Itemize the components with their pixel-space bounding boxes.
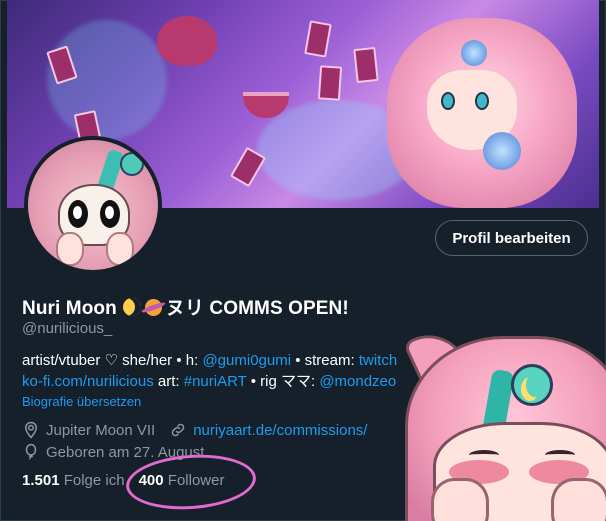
bio-text: • rig ママ:	[246, 373, 320, 390]
bio-text: art:	[153, 373, 184, 390]
following-label: Folge ich	[63, 472, 125, 489]
profile-avatar[interactable]	[24, 136, 162, 274]
location-pin-icon	[24, 421, 38, 439]
ringed-planet-icon	[144, 299, 162, 316]
following-link[interactable]: 1.501 Folge ich	[22, 472, 125, 489]
sticker-overlay-image	[395, 330, 606, 521]
website-link[interactable]: nuriyaart.de/commissions/	[193, 422, 367, 439]
link-icon	[171, 423, 185, 437]
crescent-moon-icon	[122, 298, 141, 316]
profile-meta-row: Jupiter Moon VII nuriyaart.de/commission…	[22, 421, 367, 439]
display-name: Nuri Moon ヌリ COMMS OPEN!	[22, 293, 349, 320]
user-handle: @nurilicious_	[22, 320, 113, 337]
bio-rigger-link[interactable]: @mondzeo	[319, 373, 396, 390]
balloon-icon	[25, 443, 37, 460]
bio-text: • stream:	[291, 352, 359, 369]
edit-profile-button[interactable]: Profil bearbeiten	[435, 220, 588, 256]
location-text: Jupiter Moon VII	[46, 421, 156, 439]
bio-text: artist/vtuber ♡ she/her • h:	[22, 352, 203, 369]
bio-hashtag-link[interactable]: #nuriART	[184, 373, 247, 390]
bio-kofi-link[interactable]: ko-fi.com/nurilicious	[22, 373, 154, 390]
profile-bio: artist/vtuber ♡ she/her • h: @gumi0gumi …	[22, 350, 412, 392]
bio-stream-link[interactable]: twitch	[359, 352, 397, 369]
display-name-text: Nuri Moon	[22, 298, 117, 319]
display-name-suffix: ヌリ COMMS OPEN!	[165, 298, 349, 319]
translate-bio-link[interactable]: Biografie übersetzen	[22, 394, 141, 409]
following-count: 1.501	[22, 472, 60, 489]
moon-hairpin-icon	[511, 364, 553, 406]
bio-mention-link[interactable]: @gumi0gumi	[202, 352, 291, 369]
